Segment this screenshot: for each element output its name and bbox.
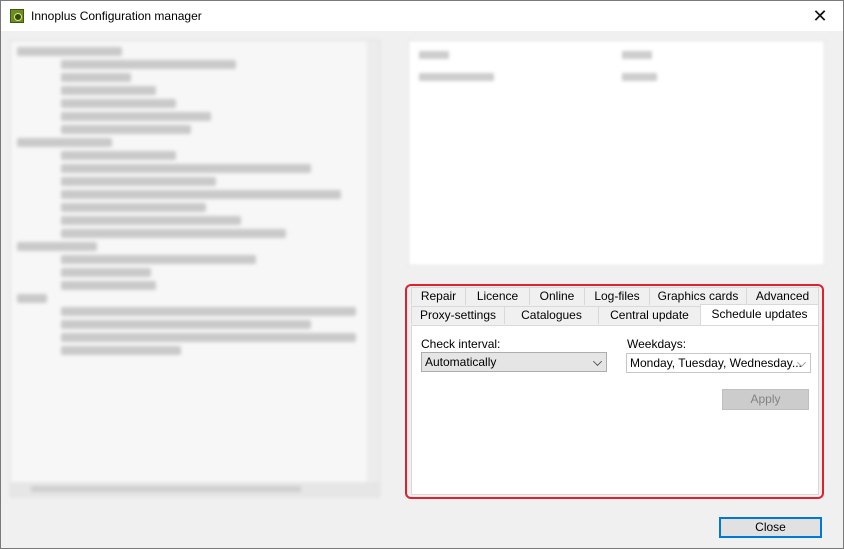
check-interval-label: Check interval: [421, 337, 501, 351]
weekdays-select[interactable]: Monday, Tuesday, Wednesday... [626, 353, 811, 373]
settings-tab-control: Repair Licence Online Log-files Graphics… [411, 287, 819, 497]
tab-licence[interactable]: Licence [465, 287, 530, 305]
tab-catalogues[interactable]: Catalogues [504, 306, 599, 324]
close-button[interactable]: Close [719, 517, 822, 538]
weekdays-value: Monday, Tuesday, Wednesday... [630, 356, 802, 370]
config-manager-window: Innoplus Configuration manager ✕ Repair … [0, 0, 844, 549]
tab-central-update[interactable]: Central update [598, 306, 701, 324]
apply-button[interactable]: Apply [722, 389, 809, 410]
tab-schedule-updates[interactable]: Schedule updates [700, 304, 819, 325]
check-interval-value: Automatically [425, 355, 497, 369]
close-icon[interactable]: ✕ [797, 1, 843, 31]
tab-graphics-cards[interactable]: Graphics cards [649, 287, 747, 305]
system-info-panel[interactable] [10, 40, 380, 497]
tab-proxy-settings[interactable]: Proxy-settings [411, 306, 505, 324]
weekdays-label: Weekdays: [627, 337, 687, 351]
tab-log-files[interactable]: Log-files [584, 287, 650, 305]
tab-advanced[interactable]: Advanced [746, 287, 819, 305]
tab-online[interactable]: Online [529, 287, 585, 305]
product-list[interactable] [408, 40, 825, 266]
title-bar: Innoplus Configuration manager ✕ [1, 1, 843, 31]
app-gear-icon [10, 9, 24, 23]
check-interval-select[interactable]: Automatically [421, 352, 607, 372]
window-title: Innoplus Configuration manager [31, 9, 202, 23]
tab-repair[interactable]: Repair [411, 287, 466, 305]
schedule-updates-page: Check interval: Automatically Weekdays: … [411, 325, 819, 495]
chevron-down-icon [593, 357, 602, 366]
